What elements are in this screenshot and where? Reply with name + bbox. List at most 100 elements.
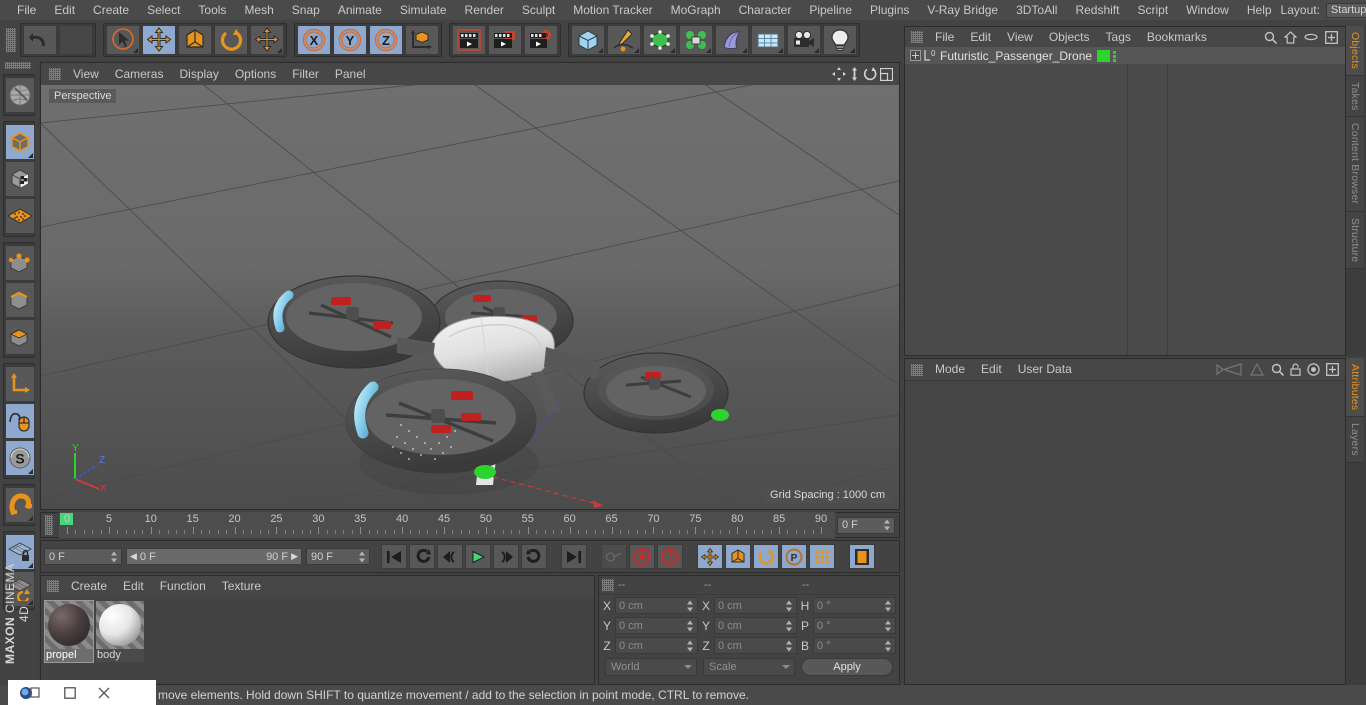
range-right-arrow-icon[interactable]: ▶ xyxy=(291,551,298,562)
add-deformer-button[interactable] xyxy=(715,25,749,55)
add-cube-button[interactable] xyxy=(571,25,605,55)
menu-item-simulate[interactable]: Simulate xyxy=(391,0,456,20)
object-menu-file[interactable]: File xyxy=(927,27,962,47)
menu-item-script[interactable]: Script xyxy=(1128,0,1177,20)
viewport-menu-display[interactable]: Display xyxy=(171,63,226,85)
material-tag-icon[interactable] xyxy=(1097,50,1110,62)
step-forward-button[interactable] xyxy=(493,544,519,569)
coordinates-drag-handle[interactable] xyxy=(602,579,614,591)
menu-item-select[interactable]: Select xyxy=(138,0,189,20)
tab-layers[interactable]: Layers xyxy=(1346,417,1364,464)
stepper-icon[interactable] xyxy=(111,551,118,562)
object-tree[interactable]: 0 Futuristic_Passenger_Drone xyxy=(905,47,1345,355)
viewport-menu-filter[interactable]: Filter xyxy=(284,63,327,85)
pan-icon[interactable] xyxy=(832,67,846,81)
menu-item-sculpt[interactable]: Sculpt xyxy=(513,0,564,20)
material-menu-texture[interactable]: Texture xyxy=(214,576,269,596)
stepper-icon[interactable] xyxy=(786,640,793,651)
stepper-icon[interactable] xyxy=(687,620,694,631)
menu-item-render[interactable]: Render xyxy=(456,0,513,20)
coord-pos-y-field[interactable]: 0 cm xyxy=(615,617,698,634)
record-button[interactable] xyxy=(629,544,655,569)
home-icon[interactable] xyxy=(1284,30,1297,44)
layout-select[interactable]: Startup xyxy=(1325,2,1366,18)
stepper-icon[interactable] xyxy=(786,600,793,611)
parameter-key-button[interactable]: P xyxy=(781,544,807,569)
x-axis-lock[interactable]: X xyxy=(297,25,331,55)
redo-button[interactable] xyxy=(59,25,93,55)
object-menu-tags[interactable]: Tags xyxy=(1098,27,1139,47)
attributes-content[interactable] xyxy=(905,380,1345,684)
render-settings-button[interactable] xyxy=(524,25,558,55)
viewport-drag-handle[interactable] xyxy=(49,68,61,80)
close-icon[interactable] xyxy=(98,687,110,699)
minimize-icon[interactable] xyxy=(64,686,76,699)
menu-item-3dtoall[interactable]: 3DToAll xyxy=(1007,0,1066,20)
tab-takes[interactable]: Takes xyxy=(1346,76,1364,118)
material-menu-function[interactable]: Function xyxy=(152,576,214,596)
soft-selection-button[interactable]: S xyxy=(5,440,35,476)
add-array-button[interactable] xyxy=(679,25,713,55)
object-row[interactable]: 0 Futuristic_Passenger_Drone xyxy=(905,47,1345,64)
viewport-solo-button[interactable] xyxy=(5,403,35,439)
tab-attributes[interactable]: Attributes xyxy=(1346,358,1364,418)
stepper-icon[interactable] xyxy=(885,620,892,631)
timeline-frame-field[interactable]: 0 F xyxy=(837,516,895,534)
search-icon[interactable] xyxy=(1264,31,1277,44)
point-mode-button[interactable] xyxy=(5,245,35,281)
nav-up-icon[interactable] xyxy=(1249,363,1265,376)
edge-mode-button[interactable] xyxy=(5,282,35,318)
stepper-icon[interactable] xyxy=(687,640,694,651)
material-menu-create[interactable]: Create xyxy=(63,576,115,596)
app-icon[interactable] xyxy=(20,686,42,700)
add-generator-button[interactable] xyxy=(643,25,677,55)
render-to-picture-viewer-button[interactable] xyxy=(488,25,522,55)
undo-button[interactable] xyxy=(23,25,57,55)
rail-drag-handle[interactable] xyxy=(5,62,31,69)
points-grid-button[interactable] xyxy=(5,198,35,234)
nav-back-icon[interactable] xyxy=(1215,363,1243,376)
viewport-menu-cameras[interactable]: Cameras xyxy=(107,63,172,85)
object-menu-edit[interactable]: Edit xyxy=(962,27,999,47)
range-left-arrow-icon[interactable]: ◀ xyxy=(130,551,137,562)
coord-size-x-field[interactable]: 0 cm xyxy=(714,597,797,614)
render-view-button[interactable] xyxy=(452,25,486,55)
search-icon[interactable] xyxy=(1271,363,1284,376)
object-menu-view[interactable]: View xyxy=(999,27,1041,47)
add-light-button[interactable] xyxy=(823,25,857,55)
menu-item-character[interactable]: Character xyxy=(730,0,801,20)
material-preview[interactable] xyxy=(45,601,93,649)
scale-tool[interactable] xyxy=(178,25,212,55)
autokeying-button[interactable]: ? xyxy=(657,544,683,569)
menu-item-mesh[interactable]: Mesh xyxy=(235,0,282,20)
viewport-menu-options[interactable]: Options xyxy=(227,63,284,85)
attributes-menu-edit[interactable]: Edit xyxy=(973,359,1010,380)
material-menu-edit[interactable]: Edit xyxy=(115,576,152,596)
menu-item-plugins[interactable]: Plugins xyxy=(861,0,918,20)
texture-mode-button[interactable] xyxy=(5,161,35,197)
material-item[interactable]: body xyxy=(96,601,144,662)
menu-item-create[interactable]: Create xyxy=(84,0,138,20)
end-frame-field[interactable]: 90 F xyxy=(306,548,370,565)
coord-size-y-field[interactable]: 0 cm xyxy=(714,617,797,634)
add-environment-button[interactable] xyxy=(751,25,785,55)
stepper-icon[interactable] xyxy=(786,620,793,631)
size-mode-select[interactable]: Scale xyxy=(703,658,795,676)
menu-item-help[interactable]: Help xyxy=(1238,0,1281,20)
dolly-icon[interactable] xyxy=(849,67,860,81)
go-to-end-button[interactable] xyxy=(561,544,587,569)
add-spline-button[interactable] xyxy=(607,25,641,55)
object-menu-bookmarks[interactable]: Bookmarks xyxy=(1139,27,1215,47)
attributes-drag-handle[interactable] xyxy=(911,363,923,376)
record-active-objects-button[interactable] xyxy=(601,544,627,569)
texture-axis-tool[interactable] xyxy=(5,77,35,113)
menu-item-redshift[interactable]: Redshift xyxy=(1066,0,1128,20)
coord-rot-p-field[interactable]: 0 ° xyxy=(813,617,896,634)
stepper-icon[interactable] xyxy=(885,640,892,651)
z-axis-lock[interactable]: Z xyxy=(369,25,403,55)
move-alt-tool[interactable] xyxy=(250,25,284,55)
world-object-coord-button[interactable] xyxy=(405,25,439,55)
stepper-icon[interactable] xyxy=(687,600,694,611)
coord-rot-h-field[interactable]: 0 ° xyxy=(813,597,896,614)
current-frame-field[interactable]: 0 F xyxy=(44,548,122,565)
